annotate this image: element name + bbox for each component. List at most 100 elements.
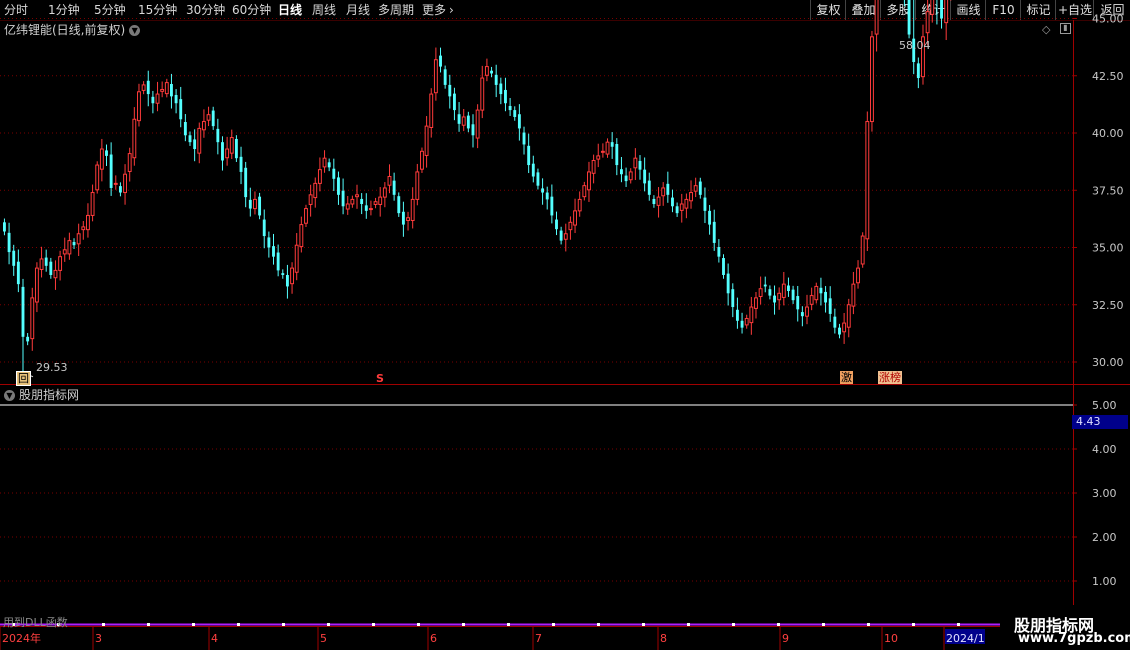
candle-down: [907, 0, 911, 35]
candle-down: [118, 186, 122, 193]
chevron-down-icon[interactable]: ▼: [4, 390, 15, 401]
date-dot: [507, 623, 510, 626]
candle-down: [332, 168, 336, 179]
candle-down: [179, 99, 183, 120]
candle-down: [824, 291, 828, 303]
candle-up: [605, 141, 610, 155]
candle-up: [577, 198, 582, 212]
candle-down: [337, 177, 340, 195]
candle-down: [513, 110, 517, 117]
candle-down: [675, 206, 679, 214]
candle-up: [90, 192, 95, 216]
candle-down: [838, 327, 841, 335]
candle-down: [712, 221, 716, 243]
candle-up: [382, 187, 387, 198]
candle-up: [846, 304, 851, 328]
candle-down: [763, 284, 767, 287]
watermark-url: www.7gpzb.com: [1018, 631, 1130, 646]
candle-down: [504, 89, 507, 104]
date-dot: [687, 623, 690, 626]
date-dot: [732, 623, 735, 626]
y-tick-label: 45.00: [1092, 13, 1124, 26]
candle-up: [568, 221, 573, 231]
candle-down: [800, 312, 804, 317]
candle-down: [726, 273, 730, 294]
candle-down: [341, 190, 345, 207]
candle-up: [563, 233, 568, 240]
candle-down: [555, 219, 558, 230]
candle-down: [258, 196, 262, 216]
month-label: 6: [430, 632, 437, 645]
month-label: 2024/1: [946, 632, 985, 645]
date-dot: [777, 623, 780, 626]
y-tick-label: 35.00: [1092, 242, 1124, 255]
candle-down: [703, 197, 707, 211]
candle-down: [7, 232, 11, 253]
signal-badge-hui[interactable]: 回: [16, 371, 31, 386]
candle-down: [550, 196, 554, 216]
candle-up: [424, 125, 429, 156]
candle-up: [944, 0, 949, 24]
signal-badge-zhangbang[interactable]: 涨榜: [878, 371, 902, 384]
candle-down: [708, 210, 712, 225]
candle-down: [773, 295, 776, 303]
date-dot: [912, 623, 915, 626]
candle-up: [433, 59, 438, 94]
candle-down: [443, 69, 447, 85]
date-dot: [552, 623, 555, 626]
date-dot: [867, 623, 870, 626]
candle-up: [420, 150, 424, 170]
date-dot: [237, 623, 240, 626]
y-tick-label: 37.50: [1092, 184, 1124, 197]
date-dot: [822, 623, 825, 626]
candle-down: [239, 156, 243, 172]
candle-up: [317, 169, 322, 184]
candle-up: [113, 182, 118, 185]
candle-up: [308, 194, 313, 205]
candle-down: [541, 188, 545, 193]
y-tick-label: 40.00: [1092, 127, 1124, 140]
candle-down: [216, 128, 220, 143]
candle-down: [193, 139, 197, 150]
month-label: 3: [95, 632, 102, 645]
candle-down: [285, 274, 289, 287]
date-dot: [192, 623, 195, 626]
signal-badge-s[interactable]: S: [375, 372, 385, 385]
candle-down: [833, 316, 837, 328]
candle-up: [345, 203, 350, 210]
candle-up: [99, 148, 104, 170]
candle-up: [777, 292, 782, 301]
candle-up: [461, 116, 466, 126]
candle-down: [281, 273, 285, 275]
candle-up: [814, 285, 819, 301]
candle-down: [151, 96, 155, 104]
candle-up: [860, 235, 865, 265]
candle-up: [30, 297, 35, 340]
candle-down: [494, 74, 498, 85]
candle-up: [368, 208, 373, 211]
candle-up: [137, 91, 141, 122]
candle-up: [313, 182, 318, 199]
candle-layer: [3, 0, 952, 373]
candle-down: [244, 167, 248, 198]
candle-down: [3, 222, 6, 232]
candle-up: [160, 88, 165, 92]
candle-down: [452, 93, 456, 111]
candle-up: [809, 295, 814, 305]
candle-down: [267, 237, 271, 248]
candle-up: [684, 198, 689, 209]
candle-down: [248, 199, 252, 209]
candle-up: [851, 283, 856, 307]
date-dot: [462, 623, 465, 626]
candle-up: [95, 164, 100, 191]
indicator-tick-label: 5.00: [1092, 399, 1117, 412]
candle-up: [870, 36, 874, 123]
candle-down: [401, 211, 405, 225]
low-price-label: 29.53: [36, 361, 68, 374]
candle-up: [758, 288, 763, 298]
candle-up: [410, 198, 415, 221]
candle-up: [322, 157, 327, 168]
candle-down: [717, 247, 721, 257]
dll-notice: 用到DLL函数: [3, 616, 68, 629]
signal-badge-ji[interactable]: 激: [840, 371, 853, 384]
